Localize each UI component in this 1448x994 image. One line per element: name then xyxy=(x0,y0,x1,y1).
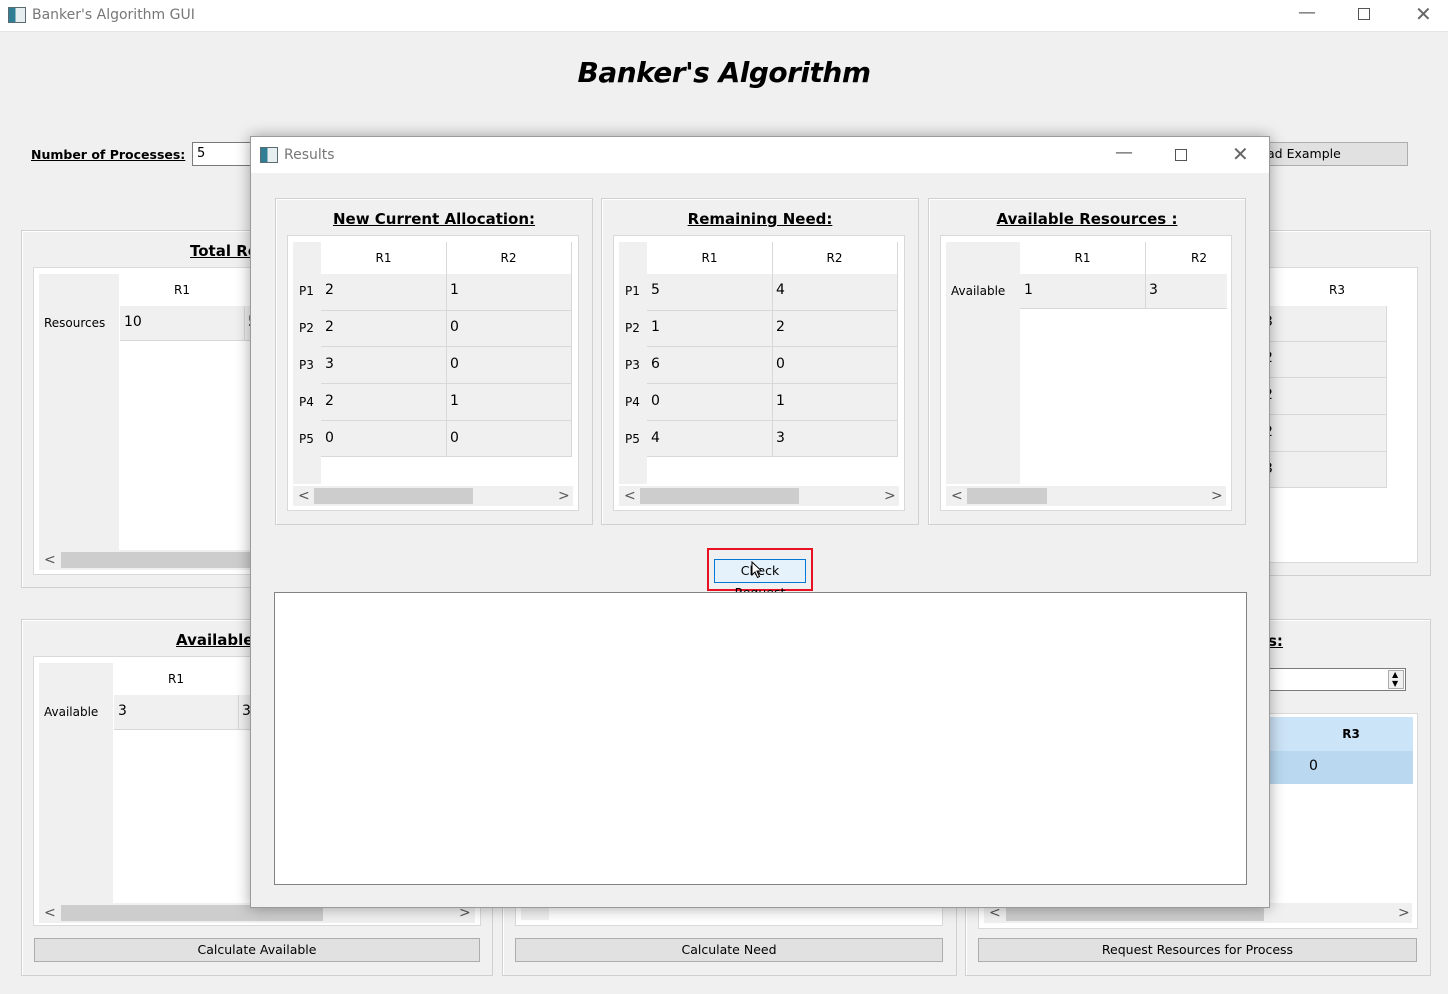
minimize-icon[interactable]: — xyxy=(1298,4,1316,22)
load-example-button[interactable]: ad Example xyxy=(1260,142,1408,166)
available-resources-title: Available Resources : xyxy=(996,210,1178,228)
process-spinbox[interactable]: ▲ ▼ xyxy=(1268,668,1406,691)
alloc-p2-r2[interactable]: 0 xyxy=(450,319,459,335)
row-header-available: Available xyxy=(44,705,99,719)
num-processes-label: Number of Processes: xyxy=(31,147,186,162)
column-header-r2: R2 xyxy=(1145,242,1227,274)
horizontal-scrollbar[interactable]: < xyxy=(39,550,269,570)
new-allocation-table[interactable]: R1 R2 P1 2 1 P2 2 0 P3 3 0 P4 2 1 P5 0 0… xyxy=(287,235,579,511)
need-p3-r2[interactable]: 0 xyxy=(776,356,785,372)
page-title: Banker's Algorithm xyxy=(577,56,871,89)
window-titlebar: Banker's Algorithm GUI — ✕ xyxy=(0,0,1448,32)
available-r1-cell[interactable]: 3 xyxy=(118,703,127,719)
need-p1-r2[interactable]: 4 xyxy=(776,282,785,298)
alloc-p5-r1[interactable]: 0 xyxy=(325,430,334,446)
need-p2-r2[interactable]: 2 xyxy=(776,319,785,335)
horizontal-scrollbar[interactable]: < > xyxy=(619,486,899,506)
alloc-p4-r2[interactable]: 1 xyxy=(450,393,459,409)
remaining-need-title: Remaining Need: xyxy=(687,210,833,228)
scroll-left-icon[interactable]: < xyxy=(624,489,636,503)
column-header-r3: R3 xyxy=(1329,283,1345,297)
app-icon xyxy=(8,7,26,23)
maximize-icon[interactable] xyxy=(1358,8,1370,20)
calculate-need-button[interactable]: Calculate Need xyxy=(515,938,943,962)
row-header-p5: P5 xyxy=(299,432,314,446)
dialog-minimize-icon[interactable]: — xyxy=(1115,144,1133,162)
load-example-label: ad Example xyxy=(1267,146,1341,161)
row-header-p2: P2 xyxy=(299,321,314,335)
dialog-close-icon[interactable]: ✕ xyxy=(1232,144,1249,164)
need-p5-r1[interactable]: 4 xyxy=(651,430,660,446)
scroll-right-icon[interactable]: > xyxy=(459,906,471,920)
avail-r1-cell[interactable]: 1 xyxy=(1024,282,1033,298)
request-resources-button[interactable]: Request Resources for Process xyxy=(978,938,1417,962)
column-header-r1: R1 xyxy=(321,242,446,274)
need-p3-r1[interactable]: 6 xyxy=(651,356,660,372)
request-r3-cell[interactable]: 0 xyxy=(1309,758,1318,774)
alloc-p1-r2[interactable]: 1 xyxy=(450,282,459,298)
scroll-right-icon[interactable]: > xyxy=(884,489,896,503)
column-header-r2: R2 xyxy=(446,242,571,274)
need-p5-r2[interactable]: 3 xyxy=(776,430,785,446)
results-dialog[interactable]: Results — ✕ New Current Allocation: R1 R… xyxy=(250,136,1270,908)
remaining-need-table[interactable]: R1 R2 P1 5 4 P2 1 2 P3 6 0 P4 0 1 P5 4 3… xyxy=(613,235,905,511)
row-header-p4: P4 xyxy=(299,395,314,409)
dialog-titlebar: Results — ✕ xyxy=(251,137,1269,173)
row-header-p2: P2 xyxy=(625,321,640,335)
need-p4-r1[interactable]: 0 xyxy=(651,393,660,409)
row-header-p1: P1 xyxy=(625,284,640,298)
scroll-left-icon[interactable]: < xyxy=(989,906,1001,920)
dialog-app-icon xyxy=(260,147,278,163)
row-header-p3: P3 xyxy=(625,358,640,372)
row-header-available: Available xyxy=(951,284,1006,298)
total-r1-cell[interactable]: 10 xyxy=(124,314,142,330)
result-output-textarea[interactable] xyxy=(274,592,1247,885)
available-resources-table[interactable]: R1 R2 Available 1 3 < > xyxy=(940,235,1232,511)
total-resources-table[interactable]: R1 Resources 10 5 < xyxy=(33,267,273,575)
mouse-cursor-icon xyxy=(751,560,763,579)
column-header-r2: R2 xyxy=(772,242,897,274)
window-title: Banker's Algorithm GUI xyxy=(32,7,195,23)
row-header-p4: P4 xyxy=(625,395,640,409)
column-header-r1: R1 xyxy=(114,663,238,695)
dialog-maximize-icon[interactable] xyxy=(1175,149,1187,161)
num-processes-input[interactable]: 5 xyxy=(192,142,252,166)
calculate-available-button[interactable]: Calculate Available xyxy=(34,938,480,962)
need-p2-r1[interactable]: 1 xyxy=(651,319,660,335)
row-header-p3: P3 xyxy=(299,358,314,372)
need-p4-r2[interactable]: 1 xyxy=(776,393,785,409)
column-header-r1: R1 xyxy=(1020,242,1145,274)
spin-arrows-icon[interactable]: ▲ ▼ xyxy=(1388,670,1404,689)
horizontal-scrollbar[interactable]: < > xyxy=(293,486,573,506)
scroll-left-icon[interactable]: < xyxy=(951,489,963,503)
alloc-p5-r2[interactable]: 0 xyxy=(450,430,459,446)
column-header-r1: R1 xyxy=(647,242,772,274)
alloc-p4-r1[interactable]: 2 xyxy=(325,393,334,409)
scroll-right-icon[interactable]: > xyxy=(558,489,570,503)
horizontal-scrollbar[interactable]: < > xyxy=(946,486,1226,506)
column-header-r1: R1 xyxy=(120,274,244,306)
dialog-title: Results xyxy=(284,147,335,163)
avail-r2-cell[interactable]: 3 xyxy=(1149,282,1158,298)
scroll-left-icon[interactable]: < xyxy=(44,553,56,567)
scroll-left-icon[interactable]: < xyxy=(298,489,310,503)
alloc-p2-r1[interactable]: 2 xyxy=(325,319,334,335)
total-resources-title: Total Re xyxy=(190,242,258,260)
row-header-p1: P1 xyxy=(299,284,314,298)
alloc-p1-r1[interactable]: 2 xyxy=(325,282,334,298)
scroll-left-icon[interactable]: < xyxy=(44,906,56,920)
row-header-resources: Resources xyxy=(44,316,106,330)
request-title: s: xyxy=(1268,632,1283,650)
scroll-right-icon[interactable]: > xyxy=(1398,906,1410,920)
available-title: Available xyxy=(176,631,254,649)
scroll-right-icon[interactable]: > xyxy=(1211,489,1223,503)
row-header-p5: P5 xyxy=(625,432,640,446)
close-icon[interactable]: ✕ xyxy=(1415,4,1432,24)
alloc-p3-r2[interactable]: 0 xyxy=(450,356,459,372)
alloc-p3-r1[interactable]: 3 xyxy=(325,356,334,372)
new-allocation-title: New Current Allocation: xyxy=(332,210,536,228)
allocation-table[interactable]: R3 3 2 2 2 3 xyxy=(1264,267,1418,563)
need-p1-r1[interactable]: 5 xyxy=(651,282,660,298)
column-header-r3: R3 xyxy=(1342,727,1360,741)
